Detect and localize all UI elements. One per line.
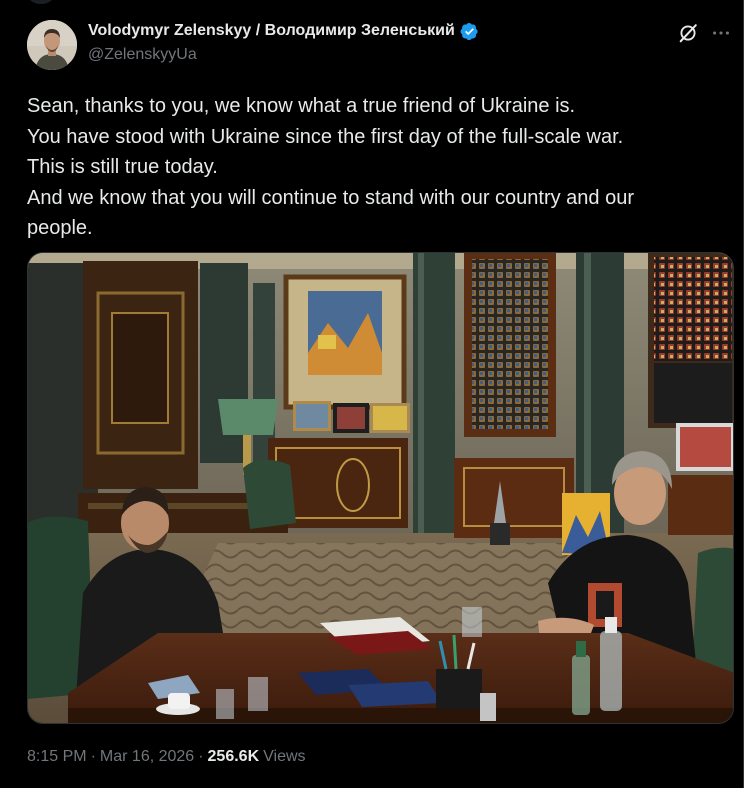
author-display-name[interactable]: Volodymyr Zelenskyy / Володимир Зеленськ…: [88, 22, 455, 40]
verified-badge-icon[interactable]: [460, 22, 479, 41]
tweet-text-line: And we know that you will continue to st…: [27, 186, 635, 209]
meta-separator: ·: [198, 748, 204, 765]
author-handle[interactable]: @ZelenskyyUa: [88, 46, 197, 64]
tweet-text-line: You have stood with Ukraine since the fi…: [27, 125, 624, 148]
author-name-row[interactable]: Volodymyr Zelenskyy / Володимир Зеленськ…: [88, 20, 479, 42]
tweet-time[interactable]: 8:15 PM: [27, 748, 87, 766]
more-icon[interactable]: [710, 22, 732, 44]
tweet-date[interactable]: Mar 16, 2026: [100, 748, 194, 766]
meta-separator: ·: [90, 748, 96, 765]
views-count[interactable]: 256.6K: [208, 748, 260, 766]
tweet-text-line: people.: [27, 217, 93, 239]
tweet-text: Sean, thanks to you, we know what a true…: [27, 91, 727, 244]
tweet-photo[interactable]: [27, 252, 734, 724]
thread-connector: [28, 0, 54, 4]
views-label: Views: [263, 748, 306, 765]
tweet-detail: Volodymyr Zelenskyy / Володимир Зеленськ…: [0, 0, 744, 788]
avatar[interactable]: [27, 20, 77, 70]
tweet-text-line: This is still true today.: [27, 156, 218, 178]
tweet-meta: 8:15 PM · Mar 16, 2026 · 256.6K Views: [27, 748, 306, 766]
tweet-text-line: Sean, thanks to you, we know what a true…: [27, 95, 576, 117]
grok-icon[interactable]: [677, 22, 699, 44]
office-meeting-photo: [28, 253, 733, 723]
